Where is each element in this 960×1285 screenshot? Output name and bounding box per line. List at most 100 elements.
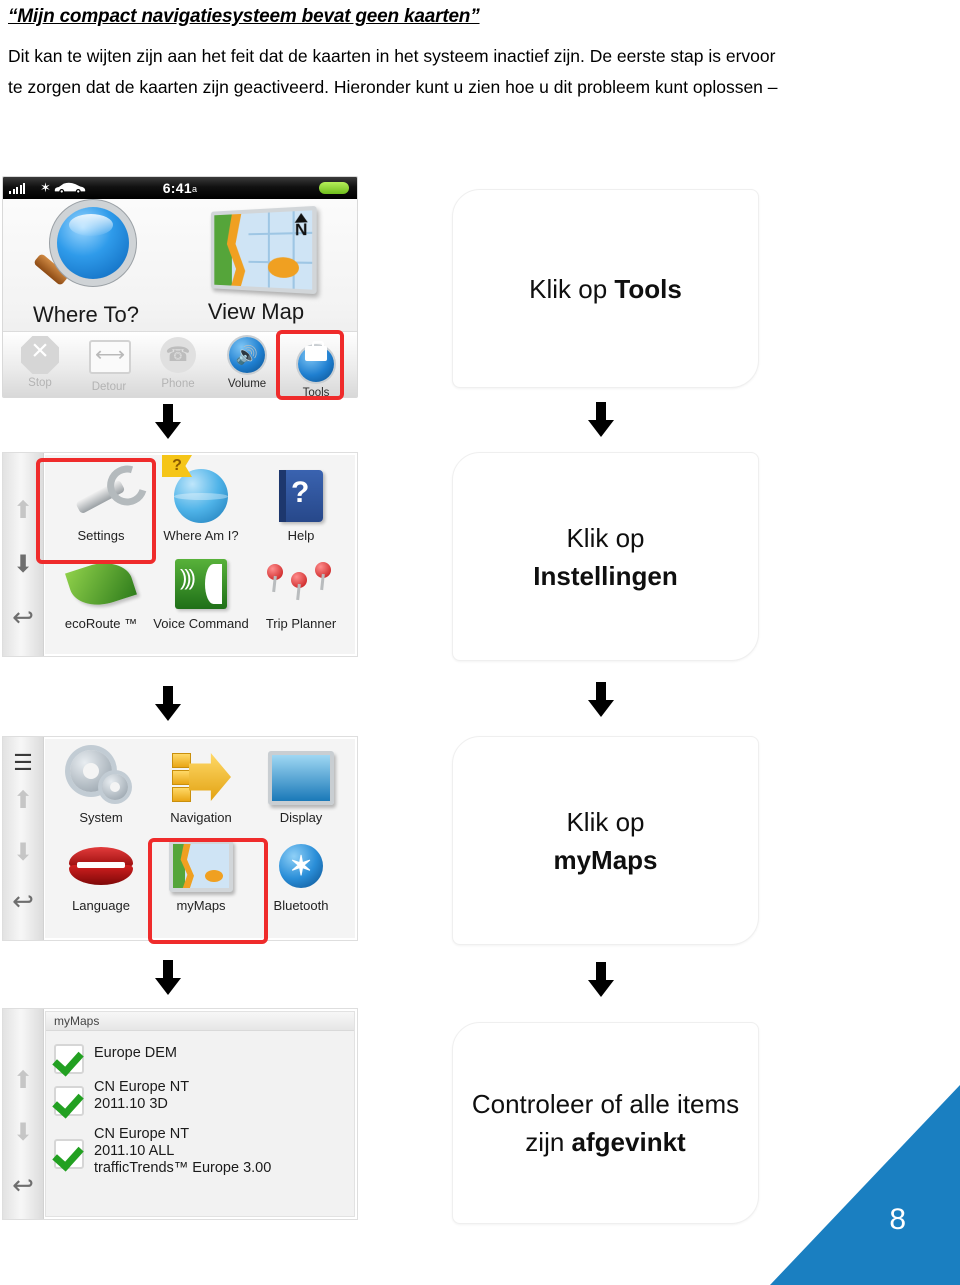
callout-plain-text: Klik op bbox=[566, 522, 645, 553]
sidebar: ⬆ ⬇ ↩ bbox=[3, 453, 44, 656]
menu-item-voice-command[interactable]: ))) Voice Command bbox=[149, 553, 253, 631]
tools-label: Tools bbox=[302, 387, 330, 398]
callout-plain-text: Klik op bbox=[566, 806, 645, 837]
scroll-up-arrow-icon[interactable]: ⬆ bbox=[3, 499, 43, 523]
stop-octagon-icon bbox=[20, 336, 60, 376]
menu-item-language[interactable]: Language bbox=[49, 835, 153, 913]
menu-item-where-am-i[interactable]: ? Where Am I? bbox=[149, 455, 253, 543]
menu-item-bluetooth[interactable]: ✶ Bluetooth bbox=[249, 835, 353, 913]
page-title: “Mijn compact navigatiesysteem bevat gee… bbox=[8, 6, 480, 27]
menu-item-label: Where Am I? bbox=[163, 528, 239, 543]
screenshot-tools-menu: ⬆ ⬇ ↩ Settings ? Where Am I? ? Help ecoR… bbox=[2, 452, 358, 657]
volume-label: Volume bbox=[227, 378, 267, 390]
screenshot-mymaps-list: ⬆ ⬇ ↩ myMaps Europe DEM CN Europe NT 201… bbox=[2, 1008, 358, 1220]
device-mymaps-screen: ⬆ ⬇ ↩ myMaps Europe DEM CN Europe NT 201… bbox=[2, 1008, 358, 1220]
view-map-button[interactable]: N View Map bbox=[181, 205, 331, 325]
down-arrow-icon bbox=[588, 962, 614, 997]
list-item[interactable]: CN Europe NT 2011.10 ALL trafficTrends™ … bbox=[54, 1125, 271, 1177]
callout-bold-text: Instellingen bbox=[533, 560, 678, 591]
device-tools-menu: ⬆ ⬇ ↩ Settings ? Where Am I? ? Help ecoR… bbox=[2, 452, 358, 657]
menu-item-label: Bluetooth bbox=[273, 898, 329, 913]
where-to-label: Where To? bbox=[33, 302, 139, 327]
detour-button[interactable]: ⟷ Detour bbox=[78, 336, 140, 393]
volume-button[interactable]: 🔊 Volume bbox=[216, 336, 278, 390]
scroll-down-arrow-icon[interactable]: ⬇ bbox=[3, 841, 43, 865]
callout-plain-text: Klik op bbox=[529, 273, 615, 304]
menu-item-label: Navigation bbox=[170, 810, 232, 825]
menu-item-label: Voice Command bbox=[153, 616, 249, 631]
view-map-label: View Map bbox=[207, 299, 305, 324]
menu-item-display[interactable]: Display bbox=[249, 747, 353, 825]
mymaps-panel: myMaps Europe DEM CN Europe NT 2011.10 3… bbox=[45, 1011, 355, 1217]
menu-item-label: System bbox=[79, 810, 123, 825]
menu-item-trip-planner[interactable]: Trip Planner bbox=[249, 553, 353, 631]
back-arrow-icon[interactable]: ↩ bbox=[3, 888, 43, 914]
menu-item-system[interactable]: System bbox=[49, 747, 153, 825]
screenshot-settings-menu: ☰ ⬆ ⬇ ↩ System Navigation Display Langua… bbox=[2, 736, 358, 941]
screenshot-home-screen: ✶ 6:41a Where To? N View Map × Stop ⟷ De… bbox=[2, 176, 358, 398]
menu-item-label: Display bbox=[279, 810, 323, 825]
callout-text: Klik op myMaps bbox=[539, 803, 671, 879]
navigation-arrow-icon bbox=[149, 747, 253, 809]
stop-label: Stop bbox=[28, 377, 52, 389]
menu-item-help[interactable]: ? Help bbox=[249, 465, 353, 543]
page-corner-decoration bbox=[770, 1085, 960, 1285]
home-tray: Stop ⟷ Detour ☎ Phone 🔊 Volume Tools bbox=[3, 331, 357, 397]
callout-step-3: Klik op myMaps bbox=[452, 736, 759, 945]
menu-item-navigation[interactable]: Navigation bbox=[149, 747, 253, 825]
menu-item-label: Language bbox=[72, 898, 130, 913]
detour-arrows-icon: ⟷ bbox=[89, 340, 131, 380]
callout-bold-text: Tools bbox=[614, 273, 682, 304]
intro-paragraph: Dit kan te wijten zijn aan het feit dat … bbox=[8, 46, 778, 97]
phone-button[interactable]: ☎ Phone bbox=[147, 336, 209, 390]
menu-item-ecoroute[interactable]: ecoRoute ™ bbox=[49, 553, 153, 631]
scroll-up-arrow-icon[interactable]: ⬆ bbox=[3, 789, 43, 813]
down-arrow-icon bbox=[588, 402, 614, 437]
help-book-icon: ? bbox=[249, 465, 353, 527]
list-item-label: CN Europe NT 2011.10 3D bbox=[94, 1078, 189, 1116]
page-number: 8 bbox=[889, 1203, 906, 1236]
phone-label: Phone bbox=[161, 378, 195, 390]
back-arrow-icon[interactable]: ↩ bbox=[3, 604, 43, 630]
display-screen-icon bbox=[249, 747, 353, 809]
tools-button[interactable]: Tools bbox=[285, 336, 347, 398]
magnifier-icon bbox=[31, 205, 141, 300]
stop-button[interactable]: Stop bbox=[9, 336, 71, 389]
phone-handset-icon: ☎ bbox=[158, 337, 198, 377]
checkmark-icon[interactable] bbox=[54, 1086, 84, 1116]
lips-icon bbox=[49, 835, 153, 897]
menu-item-label: myMaps bbox=[176, 898, 226, 913]
toolbox-icon bbox=[296, 341, 336, 386]
document-header: “Mijn compact navigatiesysteem bevat gee… bbox=[8, 0, 888, 103]
callout-bold-text: myMaps bbox=[553, 844, 658, 875]
callout-step-4: Controleer of alle items zijn afgevinkt bbox=[452, 1022, 759, 1224]
scroll-down-arrow-icon[interactable]: ⬇ bbox=[3, 1121, 43, 1145]
callout-bold-text: afgevinkt bbox=[571, 1127, 686, 1157]
scroll-up-arrow-icon[interactable]: ⬆ bbox=[3, 1069, 43, 1093]
down-arrow-icon bbox=[588, 682, 614, 717]
map-tile-icon: N bbox=[200, 205, 317, 297]
list-item[interactable]: Europe DEM bbox=[54, 1044, 177, 1074]
down-arrow-icon bbox=[155, 686, 181, 721]
detour-label: Detour bbox=[91, 381, 127, 393]
list-item-label: CN Europe NT 2011.10 ALL trafficTrends™ … bbox=[94, 1125, 271, 1177]
list-item[interactable]: CN Europe NT 2011.10 3D bbox=[54, 1078, 189, 1116]
status-bar: ✶ 6:41a bbox=[3, 177, 357, 199]
list-item-line: CN Europe NT bbox=[94, 1079, 190, 1095]
home-primary-buttons: Where To? N View Map bbox=[3, 199, 357, 334]
list-item-line: trafficTrends™ Europe 3.00 bbox=[94, 1160, 272, 1176]
where-to-button[interactable]: Where To? bbox=[11, 205, 161, 328]
menu-item-settings[interactable]: Settings bbox=[49, 465, 153, 543]
bluetooth-icon: ✶ bbox=[249, 835, 353, 897]
menu-icon[interactable]: ☰ bbox=[3, 751, 43, 775]
callout-step-2: Klik op Instellingen bbox=[452, 452, 759, 661]
menu-item-mymaps[interactable]: myMaps bbox=[149, 835, 253, 913]
checkmark-icon[interactable] bbox=[54, 1139, 84, 1169]
gears-icon bbox=[49, 747, 153, 809]
back-arrow-icon[interactable]: ↩ bbox=[3, 1172, 43, 1198]
menu-grid: System Navigation Display Language myMap… bbox=[45, 739, 355, 938]
scroll-down-arrow-icon[interactable]: ⬇ bbox=[3, 553, 43, 577]
menu-item-label: Settings bbox=[77, 528, 125, 543]
voice-command-icon: ))) bbox=[149, 553, 253, 615]
checkmark-icon[interactable] bbox=[54, 1044, 84, 1074]
